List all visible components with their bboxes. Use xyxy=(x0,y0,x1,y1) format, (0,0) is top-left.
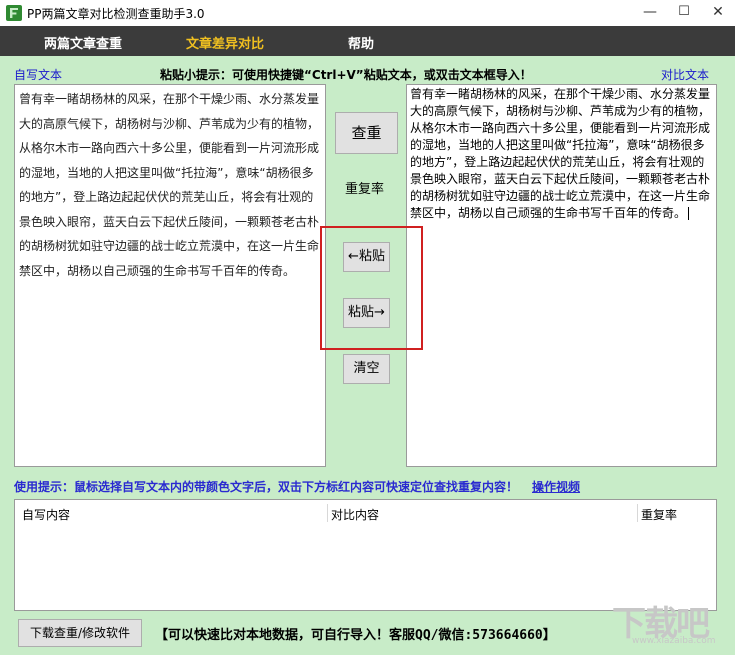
check-button[interactable]: 查重 xyxy=(335,112,398,154)
column-header-own-content[interactable]: 自写内容 xyxy=(22,506,70,523)
column-divider xyxy=(637,504,638,522)
own-text-label: 自写文本 xyxy=(14,68,63,82)
watermark-logo: 下载吧 www.xiazaiba.com xyxy=(612,596,730,652)
column-header-compare-content[interactable]: 对比内容 xyxy=(331,506,379,523)
app-logo-icon xyxy=(6,5,22,21)
text-cursor xyxy=(688,207,690,220)
menu-tab-help[interactable]: 帮助 xyxy=(348,33,374,52)
own-text-area[interactable]: 曾有幸一睹胡杨林的风采，在那个干燥少雨、水分蒸发量大的高原气候下，胡杨树与沙柳、… xyxy=(14,84,326,467)
repeat-rate-label: 重复率 xyxy=(345,182,385,197)
menu-bar: 两篇文章查重 文章差异对比 帮助 xyxy=(0,26,735,56)
tutorial-video-link[interactable]: 操作视频 xyxy=(532,480,580,494)
service-contact-note: 【可以快速比对本地数据，可自行导入！客服QQ/微信:573664660】 xyxy=(155,628,556,643)
app-window: PP两篇文章对比检测查重助手3.0 — ☐ ✕ 两篇文章查重 文章差异对比 帮助… xyxy=(0,0,735,655)
minimize-button[interactable]: — xyxy=(633,0,667,26)
usage-tip-text: 使用提示：鼠标选择自写文本内的带颜色文字后，双击下方标红内容可快速定位查找重复内… xyxy=(14,480,519,494)
close-button[interactable]: ✕ xyxy=(701,0,735,26)
compare-text-area[interactable]: 曾有幸一睹胡杨林的风采，在那个干燥少雨、水分蒸发量大的高原气候下，胡杨树与沙柳、… xyxy=(406,84,717,467)
compare-text-label: 对比文本 xyxy=(661,68,710,82)
menu-tab-diff-compare[interactable]: 文章差异对比 xyxy=(186,33,264,52)
paste-left-button[interactable]: ←粘贴 xyxy=(343,242,390,272)
column-divider xyxy=(327,504,328,522)
own-text-content: 曾有幸一睹胡杨林的风采，在那个干燥少雨、水分蒸发量大的高原气候下，胡杨树与沙柳、… xyxy=(19,92,320,278)
result-table[interactable]: 自写内容 对比内容 重复率 xyxy=(14,499,717,611)
paste-hint: 粘贴小提示：可使用快捷键“Ctrl+V”粘贴文本，或双击文本框导入！ xyxy=(160,68,532,82)
download-software-button[interactable]: 下载查重/修改软件 xyxy=(18,619,142,647)
menu-tab-duplicate-check[interactable]: 两篇文章查重 xyxy=(44,33,122,52)
clear-button[interactable]: 清空 xyxy=(343,354,390,384)
title-bar: PP两篇文章对比检测查重助手3.0 — ☐ ✕ xyxy=(0,0,735,26)
watermark-url: www.xiazaiba.com xyxy=(632,636,716,646)
column-header-repeat-rate[interactable]: 重复率 xyxy=(641,506,677,523)
usage-tip: 使用提示：鼠标选择自写文本内的带颜色文字后，双击下方标红内容可快速定位查找重复内… xyxy=(14,478,580,495)
maximize-button[interactable]: ☐ xyxy=(667,0,701,26)
paste-right-button[interactable]: 粘贴→ xyxy=(343,298,390,328)
compare-text-content: 曾有幸一睹胡杨林的风采，在那个干燥少雨、水分蒸发量大的高原气候下，胡杨树与沙柳、… xyxy=(410,87,711,220)
window-title: PP两篇文章对比检测查重助手3.0 xyxy=(27,7,205,21)
